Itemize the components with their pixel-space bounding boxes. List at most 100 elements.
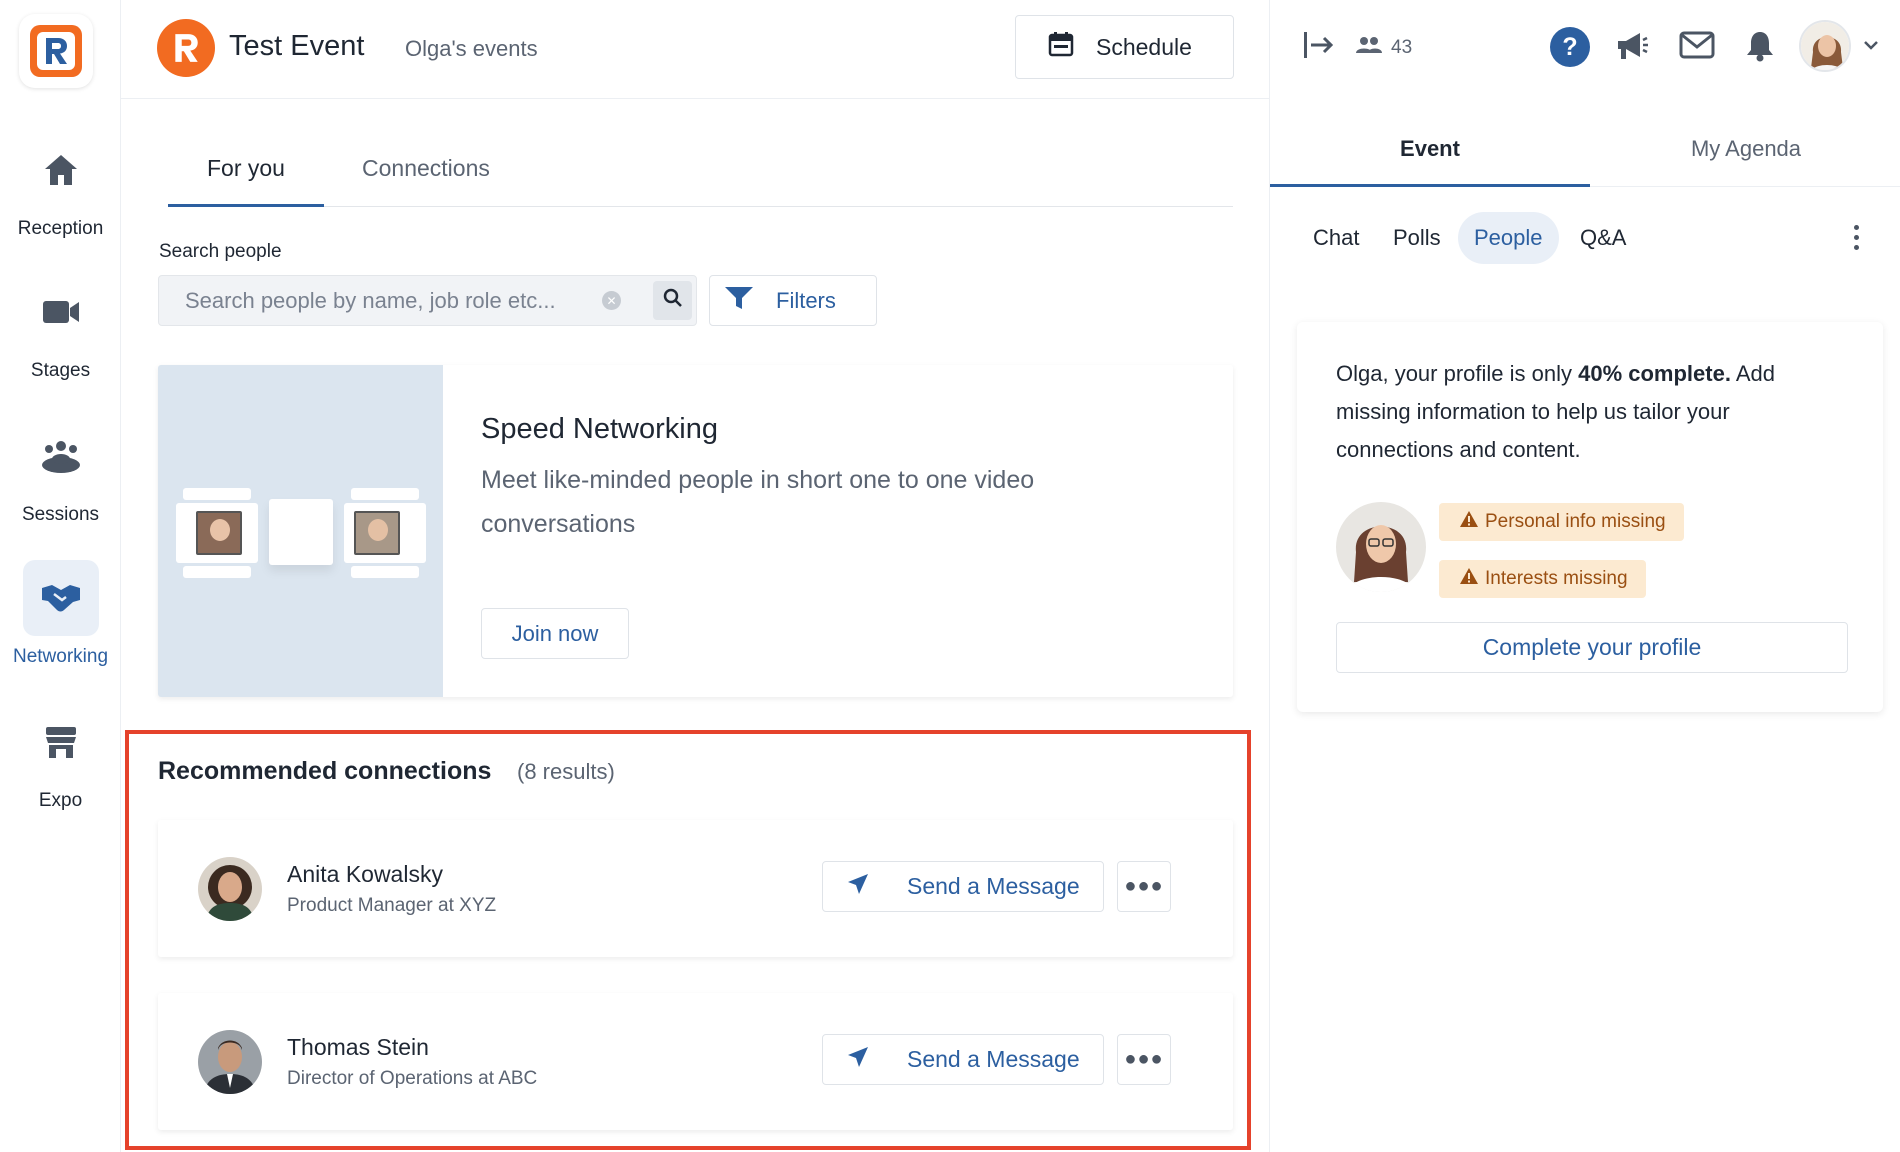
group-icon	[23, 418, 99, 494]
clear-search-icon[interactable]: ✕	[602, 291, 621, 310]
search-button[interactable]	[653, 281, 692, 320]
event-title: Test Event	[229, 30, 365, 62]
app-logo[interactable]	[19, 14, 93, 88]
user-avatar[interactable]	[1799, 20, 1851, 72]
join-now-button[interactable]: Join now	[481, 608, 629, 659]
avatar-thumb-right	[354, 511, 400, 555]
video-tile-right	[344, 503, 426, 563]
avatar[interactable]	[198, 857, 262, 921]
chevron-down-icon[interactable]	[1863, 38, 1879, 56]
tab-connections[interactable]: Connections	[362, 155, 490, 182]
person-name[interactable]: Anita Kowalsky	[287, 861, 443, 888]
search-box: ✕	[158, 275, 697, 326]
search-input[interactable]	[159, 276, 599, 325]
tab-event[interactable]: Event	[1272, 136, 1588, 162]
home-icon	[23, 132, 99, 208]
status-badge: Personal info missing	[1439, 503, 1684, 541]
filters-label: Filters	[776, 287, 836, 313]
person-role: Director of Operations at ABC	[287, 1068, 538, 1089]
kebab-menu-icon[interactable]	[1854, 225, 1864, 255]
schedule-label: Schedule	[1096, 33, 1192, 60]
exit-icon[interactable]	[1302, 28, 1336, 67]
sidebar-item-expo[interactable]: Expo	[0, 704, 121, 812]
send-message-label: Send a Message	[907, 873, 1080, 899]
list-item[interactable]: Thomas Stein Director of Operations at A…	[158, 993, 1233, 1130]
handshake-icon	[22, 560, 99, 636]
attendee-count[interactable]: 43	[1356, 36, 1412, 60]
tab-qa[interactable]: Q&A	[1564, 212, 1642, 264]
people-icon	[1356, 36, 1382, 60]
tile-bar	[351, 566, 419, 578]
more-options-button[interactable]: ●●●	[1117, 1034, 1171, 1085]
search-icon	[663, 288, 683, 313]
tab-my-agenda[interactable]: My Agenda	[1588, 136, 1900, 162]
status-badge: Interests missing	[1439, 560, 1646, 598]
person-role: Product Manager at XYZ	[287, 895, 497, 916]
send-icon	[847, 1046, 869, 1074]
filters-button[interactable]: Filters	[709, 275, 877, 326]
recommended-count: (8 results)	[517, 759, 615, 784]
send-message-button[interactable]: Send a Message	[822, 861, 1104, 912]
calendar-icon	[1048, 31, 1074, 63]
sidebar-item-label: Stages	[30, 360, 91, 381]
video-tile-left	[176, 503, 258, 563]
profile-completion-text: Olga, your profile is only 40% complete.…	[1336, 355, 1836, 469]
list-item[interactable]: Anita Kowalsky Product Manager at XYZ Se…	[158, 820, 1233, 957]
right-tabs: Event My Agenda	[1270, 128, 1900, 187]
profile-completion-card: Olga, your profile is only 40% complete.…	[1297, 322, 1883, 712]
right-panel: 43 ? Event My Agenda Chat Polls People Q…	[1269, 0, 1900, 1152]
logo-r-icon	[37, 32, 75, 70]
sidebar: Reception Stages Sessions Networking Exp…	[0, 0, 121, 1152]
video-camera-icon	[23, 274, 99, 350]
store-icon	[23, 704, 99, 780]
tab-polls[interactable]: Polls	[1377, 212, 1457, 264]
profile-text-prefix: Olga, your profile is only	[1336, 361, 1579, 386]
more-options-button[interactable]: ●●●	[1117, 861, 1171, 912]
filter-icon	[724, 285, 754, 317]
speed-networking-illustration	[158, 365, 443, 697]
speed-networking-description: Meet like-minded people in short one to …	[481, 466, 1035, 538]
send-message-label: Send a Message	[907, 1046, 1080, 1072]
sidebar-item-reception[interactable]: Reception	[0, 132, 121, 240]
speed-networking-card: Speed Networking Meet like-minded people…	[158, 365, 1233, 697]
profile-percent: 40% complete.	[1578, 361, 1731, 386]
recommended-title: Recommended connections	[158, 757, 492, 785]
warning-icon	[1459, 510, 1479, 534]
logo-mark	[30, 25, 82, 77]
event-owner-link[interactable]: Olga's events	[405, 36, 538, 62]
mail-icon[interactable]	[1679, 31, 1715, 64]
sidebar-item-stages[interactable]: Stages	[0, 274, 121, 382]
main-tabs: For you Connections	[168, 139, 1233, 207]
search-label: Search people	[159, 241, 282, 262]
complete-profile-button[interactable]: Complete your profile	[1336, 622, 1848, 673]
tile-bar	[183, 566, 251, 578]
sidebar-item-sessions[interactable]: Sessions	[0, 418, 121, 526]
active-tab-indicator	[1270, 184, 1590, 187]
help-icon[interactable]: ?	[1550, 27, 1590, 67]
avatar[interactable]	[198, 1030, 262, 1094]
sidebar-item-label: Networking	[12, 646, 109, 667]
megaphone-icon[interactable]	[1614, 30, 1650, 67]
tab-for-you[interactable]: For you	[207, 155, 285, 182]
avatar	[1336, 502, 1426, 592]
video-tile-center	[269, 499, 333, 565]
schedule-button[interactable]: Schedule	[1015, 15, 1234, 79]
badge-label: Personal info missing	[1485, 511, 1666, 532]
tile-bar	[183, 488, 251, 500]
sidebar-item-label: Reception	[17, 218, 104, 239]
ellipsis-icon: ●●●	[1124, 875, 1164, 897]
avatar-thumb-left	[196, 511, 242, 555]
send-message-button[interactable]: Send a Message	[822, 1034, 1104, 1085]
tile-bar	[351, 488, 419, 500]
top-bar: Test Event Olga's events Schedule	[121, 0, 1269, 99]
ellipsis-icon: ●●●	[1124, 1048, 1164, 1070]
sidebar-item-networking[interactable]: Networking	[0, 560, 121, 668]
send-icon	[847, 873, 869, 901]
event-logo	[157, 19, 215, 77]
person-name[interactable]: Thomas Stein	[287, 1034, 429, 1061]
bell-icon[interactable]	[1746, 30, 1774, 67]
sidebar-item-label: Expo	[38, 790, 83, 811]
active-tab-indicator	[168, 204, 324, 207]
tab-chat[interactable]: Chat	[1297, 212, 1375, 264]
tab-people[interactable]: People	[1458, 212, 1559, 264]
